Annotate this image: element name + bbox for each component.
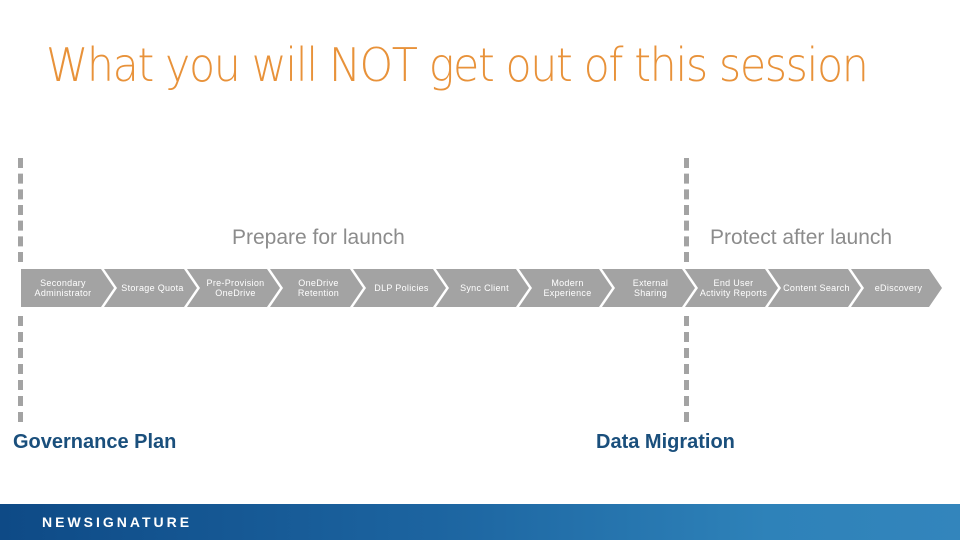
step-label: eDiscovery (874, 283, 923, 293)
step-label: Modern Experience (543, 278, 592, 298)
step-label: End User Activity Reports (699, 278, 768, 298)
step-label: Content Search (783, 283, 850, 293)
step-label: Sync Client (460, 283, 509, 293)
step-label: DLP Policies (374, 283, 429, 293)
governance-plan-label: Governance Plan (13, 431, 177, 453)
step-label: External Sharing (632, 278, 669, 298)
step-label: Pre-Provision OneDrive (206, 278, 265, 298)
data-migration-label: Data Migration (596, 431, 735, 453)
brand-logo: NEWSIGNATURE (42, 514, 193, 530)
footer-bar: NEWSIGNATURE (0, 504, 960, 540)
step-label: OneDrive Retention (297, 278, 340, 298)
step-label: Storage Quota (121, 283, 184, 293)
step-label: Secondary Administrator (34, 278, 92, 298)
